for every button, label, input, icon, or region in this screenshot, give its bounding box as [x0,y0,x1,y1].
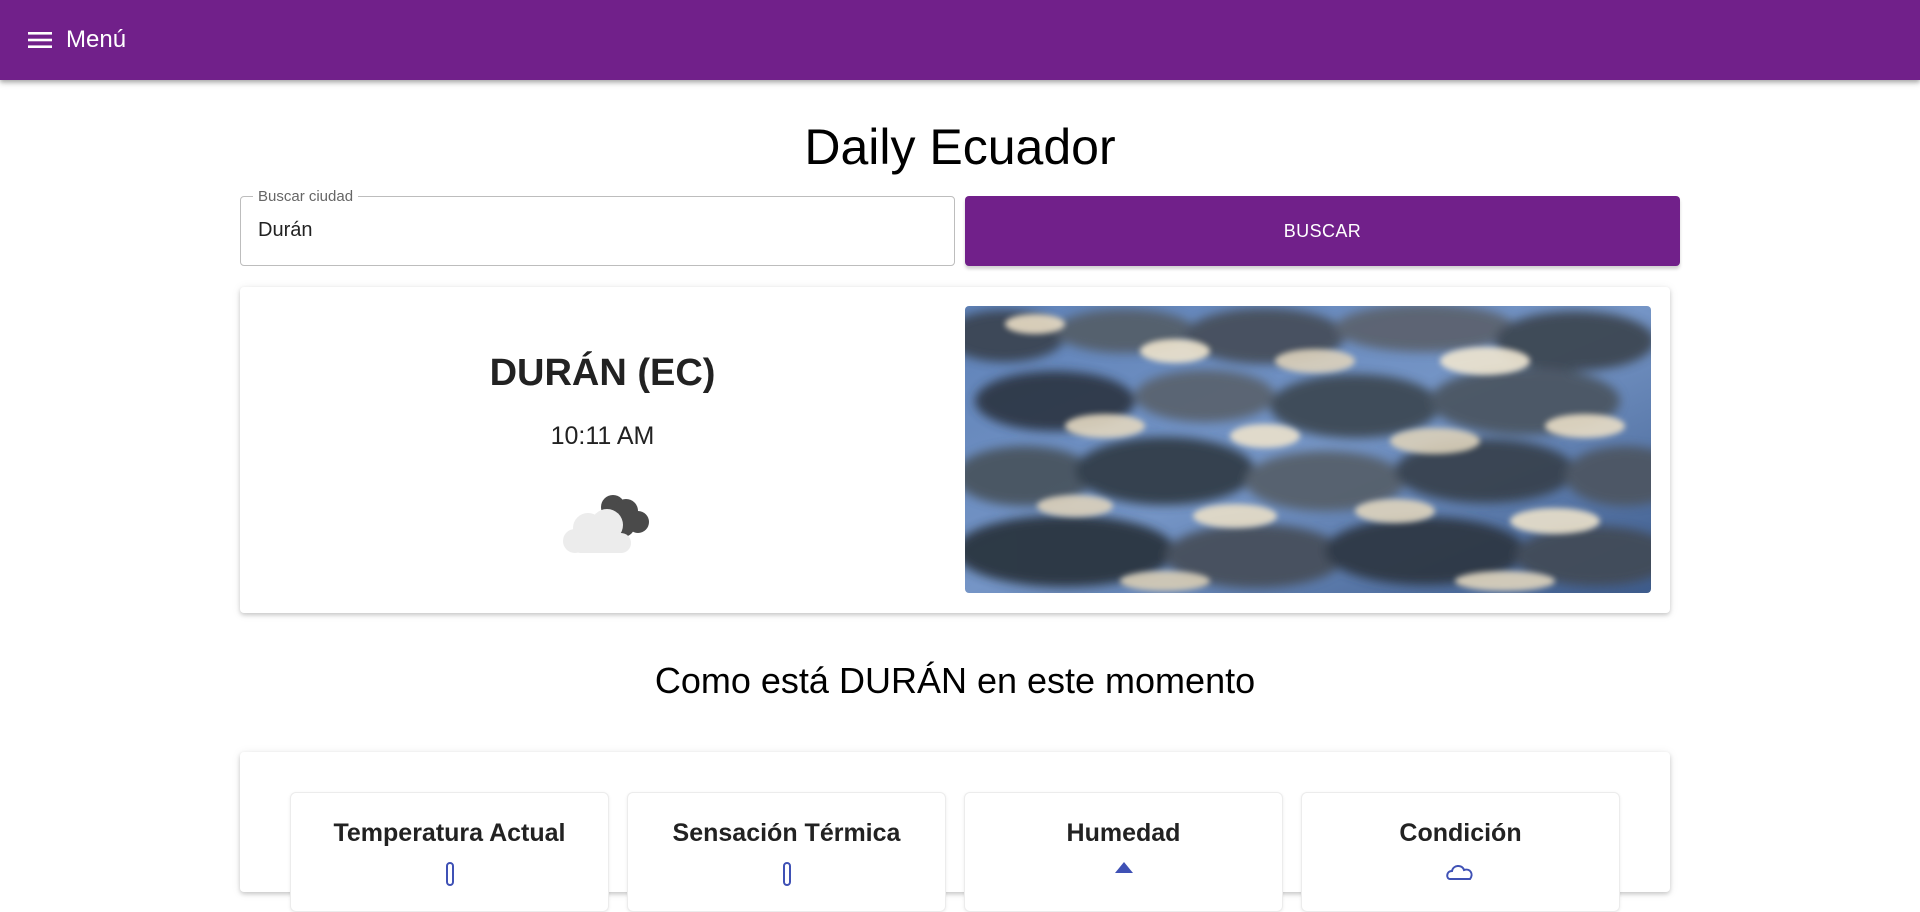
thermometer-icon [445,862,454,886]
metric-card-humidity: Humedad [964,792,1283,912]
city-name: DURÁN (EC) [489,352,716,394]
metric-title: Humedad [1066,819,1181,847]
metric-card-temperature: Temperatura Actual [290,792,609,912]
city-card: DURÁN (EC) 10:11 AM [240,287,1670,613]
cloudy-sky-photo [965,306,1651,593]
metric-card-feels-like: Sensación Térmica [627,792,946,912]
metric-title: Sensación Térmica [672,819,901,847]
search-button[interactable]: BUSCAR [965,196,1680,266]
menu-button[interactable]: Menú [28,26,126,54]
page-title: Daily Ecuador [804,119,1116,175]
metric-title: Temperatura Actual [333,819,566,847]
menu-label: Menú [66,26,127,53]
hamburger-icon [28,32,52,48]
droplet-icon [1114,862,1133,873]
app-bar: Menú [0,0,1920,80]
cloudy-night-icon [563,495,649,553]
local-time: 10:11 AM [550,422,655,450]
thermometer-icon [782,862,791,886]
search-city-value[interactable]: Durán [258,219,312,242]
search-city-label: Buscar ciudad [253,188,359,205]
metrics-card: Temperatura Actual Sensación Térmica Hum… [240,752,1670,912]
metric-card-condition: Condición [1301,792,1620,912]
cloud-icon [1445,865,1473,880]
search-city-input[interactable]: Buscar ciudad Durán [240,188,955,266]
current-conditions-heading: Como está DURÁN en este momento [654,660,1256,701]
metric-title: Condición [1399,819,1522,847]
